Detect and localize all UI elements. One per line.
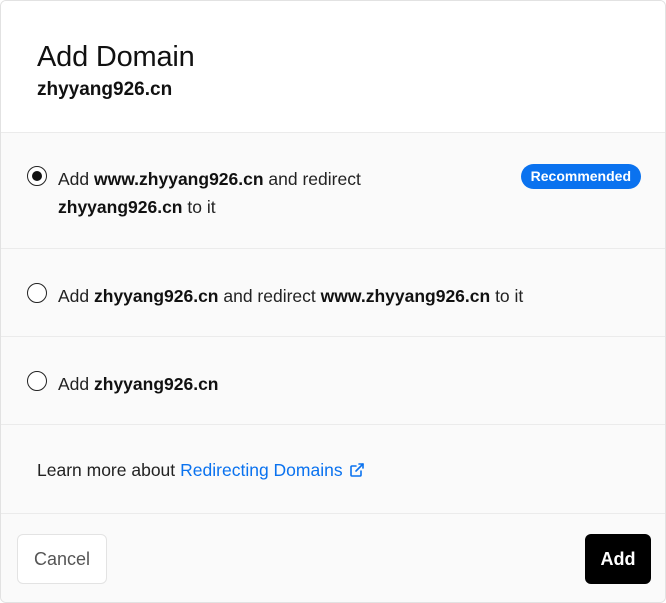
radio-unselected[interactable] bbox=[27, 371, 47, 391]
option-apex-only[interactable]: Add zhyyang926.cn bbox=[1, 337, 665, 425]
learn-more-text: Learn more about bbox=[37, 460, 176, 480]
dialog-title: Add Domain bbox=[37, 41, 195, 73]
external-link-icon bbox=[349, 463, 364, 477]
option-prefix: Add bbox=[58, 169, 94, 189]
dialog-header: Add Domain zhyyang926.cn bbox=[1, 1, 665, 133]
option-domain-b: www.zhyyang926.cn bbox=[320, 286, 491, 306]
dialog-domain: zhyyang926.cn bbox=[37, 79, 173, 100]
option-middle: and redirect bbox=[218, 286, 321, 306]
option-middle: and redirect bbox=[263, 169, 361, 189]
option-label: Add zhyyang926.cn and redirect www.zhyya… bbox=[58, 282, 523, 310]
recommended-badge: Recommended bbox=[520, 164, 641, 189]
option-prefix: Add bbox=[58, 374, 94, 394]
option-prefix: Add bbox=[58, 286, 94, 306]
option-domain-a: zhyyang926.cn bbox=[94, 286, 219, 306]
option-suffix: to it bbox=[490, 286, 524, 306]
option-label: Add www.zhyyang926.cn and redirect zhyya… bbox=[58, 165, 361, 221]
option-label: Add zhyyang926.cn bbox=[58, 370, 219, 398]
learn-more-row: Learn more about Redirecting Domains bbox=[1, 425, 665, 514]
cancel-button[interactable]: Cancel bbox=[17, 534, 107, 584]
radio-selected[interactable] bbox=[27, 166, 47, 186]
radio-unselected[interactable] bbox=[27, 283, 47, 303]
option-domain-a: zhyyang926.cn bbox=[94, 374, 219, 394]
option-redirect-to-www[interactable]: Add zhyyang926.cn and redirect www.zhyya… bbox=[1, 249, 665, 337]
redirecting-domains-link[interactable]: Redirecting Domains bbox=[180, 458, 364, 482]
option-domain-b: zhyyang926.cn bbox=[58, 197, 183, 217]
add-domain-dialog: Add Domain zhyyang926.cn Add www.zhyyang… bbox=[0, 0, 666, 603]
option-domain-a: www.zhyyang926.cn bbox=[94, 169, 264, 189]
option-suffix: to it bbox=[182, 197, 216, 217]
option-redirect-to-apex[interactable]: Add www.zhyyang926.cn and redirect zhyya… bbox=[1, 133, 665, 249]
link-label: Redirecting Domains bbox=[180, 460, 343, 480]
dialog-footer: Cancel Add bbox=[1, 514, 665, 602]
add-button[interactable]: Add bbox=[585, 534, 651, 584]
radio-dot bbox=[32, 171, 42, 181]
